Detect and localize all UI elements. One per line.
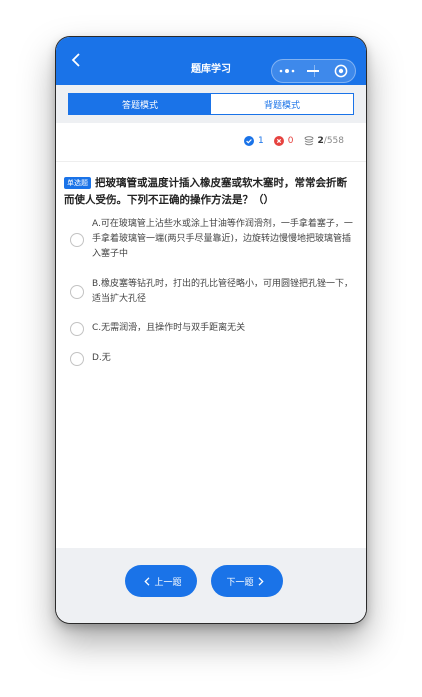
chevron-left-icon xyxy=(144,576,150,586)
progress-total: /558 xyxy=(323,136,344,146)
more-button[interactable] xyxy=(276,60,298,82)
option-a-radio[interactable] xyxy=(70,233,84,247)
mode-segmented-control: 答题模式 背题模式 xyxy=(68,93,354,115)
next-question-label: 下一题 xyxy=(226,577,254,588)
navigation-bar: 题库学习 xyxy=(56,37,366,85)
more-dots-icon xyxy=(279,69,295,73)
target-icon xyxy=(334,64,348,78)
mini-program-capsule xyxy=(271,59,356,83)
correct-count-value: 1 xyxy=(258,136,264,146)
phone-screen: 题库学习 答题模式 背题模式 1 0 2 /558 单选题 把玻璃管或温度计插入… xyxy=(56,37,366,623)
option-d-radio[interactable] xyxy=(70,352,84,366)
check-circle-icon xyxy=(244,136,255,146)
option-d[interactable]: D.无 xyxy=(70,352,352,368)
question-progress: 2 /558 xyxy=(304,136,344,146)
divider xyxy=(56,161,366,162)
wrong-count: 0 xyxy=(273,136,294,146)
close-miniprogram-button[interactable] xyxy=(330,60,352,82)
stack-icon xyxy=(304,136,313,146)
option-c-radio[interactable] xyxy=(70,322,84,336)
minimize-icon xyxy=(307,70,319,72)
mode-switch-bar: 答题模式 背题模式 xyxy=(56,85,366,123)
answer-stats: 1 0 2 /558 xyxy=(234,134,344,148)
option-c-text: C.无需润滑，且操作时与双手距离无关 xyxy=(92,323,246,333)
tab-memorize-mode[interactable]: 背题模式 xyxy=(211,94,353,114)
option-b[interactable]: B.橡皮塞等钻孔时，打出的孔比管径略小，可用圆锉把孔锉一下，适当扩大孔径 xyxy=(70,277,354,307)
prev-question-button[interactable]: 上一题 xyxy=(125,565,197,597)
wrong-count-value: 0 xyxy=(287,136,294,146)
option-a-text: A.可在玻璃管上沾些水或涂上甘油等作润滑剂，一手拿着塞子，一手拿着玻璃管一端(两… xyxy=(92,219,353,259)
option-d-text: D.无 xyxy=(92,353,111,363)
tab-answer-mode[interactable]: 答题模式 xyxy=(69,94,211,114)
cross-circle-icon xyxy=(273,136,284,146)
option-b-text: B.橡皮塞等钻孔时，打出的孔比管径略小，可用圆锉把孔锉一下，适当扩大孔径 xyxy=(92,279,354,304)
chevron-right-icon xyxy=(258,576,264,586)
question-text: 把玻璃管或温度计插入橡皮塞或软木塞时，常常会折断而使人受伤。下列不正确的操作方法… xyxy=(64,177,347,206)
capsule-divider xyxy=(314,65,315,77)
minimize-button[interactable] xyxy=(302,60,324,82)
next-question-button[interactable]: 下一题 xyxy=(211,565,283,597)
prev-question-label: 上一题 xyxy=(154,577,182,588)
question-stem: 单选题 把玻璃管或温度计插入橡皮塞或软木塞时，常常会折断而使人受伤。下列不正确的操… xyxy=(64,175,356,209)
footer-bar: 上一题 下一题 xyxy=(56,548,366,623)
option-c[interactable]: C.无需润滑，且操作时与双手距离无关 xyxy=(70,322,352,338)
option-a[interactable]: A.可在玻璃管上沾些水或涂上甘油等作润滑剂，一手拿着塞子，一手拿着玻璃管一端(两… xyxy=(70,218,353,264)
question-type-badge: 单选题 xyxy=(64,177,91,189)
option-b-radio[interactable] xyxy=(70,285,84,299)
correct-count: 1 xyxy=(244,136,264,146)
